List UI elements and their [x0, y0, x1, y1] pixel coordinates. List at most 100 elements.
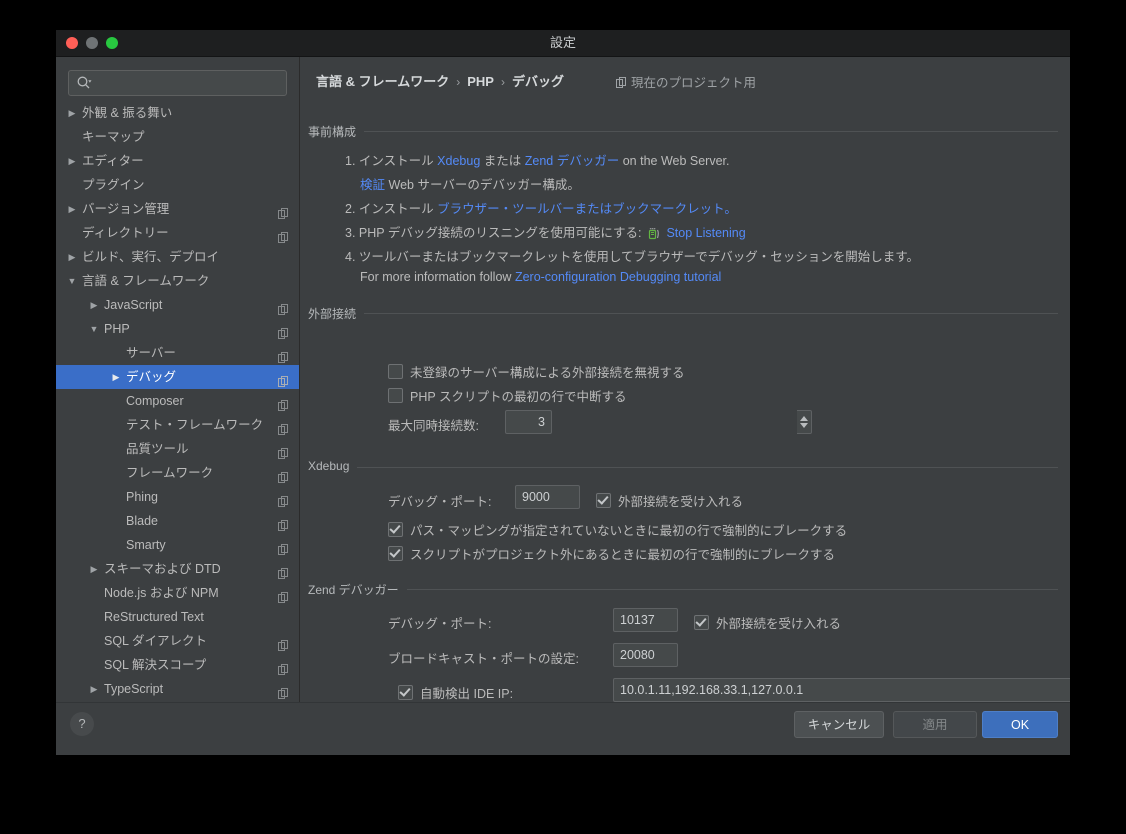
apply-button[interactable]: 適用: [893, 711, 977, 738]
xdebug-port-input[interactable]: [515, 485, 580, 509]
help-button[interactable]: ?: [70, 712, 94, 736]
copy-settings-icon[interactable]: [278, 467, 289, 483]
browser-toolbar-link[interactable]: ブラウザー・ツールバーまたはブックマークレット。: [437, 202, 737, 216]
tree-expand-arrow-icon[interactable]: ▶: [66, 101, 78, 125]
sidebar-item[interactable]: SQL ダイアレクト: [56, 629, 299, 653]
max-connections-input[interactable]: [505, 410, 552, 434]
ok-button[interactable]: OK: [982, 711, 1058, 738]
section-divider: [308, 131, 1058, 132]
stepper-up-arrow[interactable]: [800, 416, 808, 421]
sidebar-item[interactable]: ▼ 言語 & フレームワーク: [56, 269, 299, 293]
sidebar-item[interactable]: SQL 解決スコープ: [56, 653, 299, 677]
checkbox-row-zend-accept[interactable]: 外部接続を受け入れる: [694, 613, 841, 632]
checkbox-row-force-break-outside[interactable]: スクリプトがプロジェクト外にあるときに最初の行で強制的にブレークする: [388, 544, 835, 563]
sidebar-item[interactable]: フレームワーク: [56, 461, 299, 485]
checkbox-row-autodetect-ide-ip[interactable]: 自動検出 IDE IP:: [398, 683, 513, 702]
step-2-text-a: インストール: [358, 202, 434, 216]
breadcrumb-part-languages[interactable]: 言語 & フレームワーク: [316, 74, 449, 89]
sidebar-item[interactable]: Blade: [56, 509, 299, 533]
preconfig-step-1: 1. インストール Xdebug または Zend デバッガー on the W…: [345, 150, 730, 169]
sidebar-item[interactable]: ▶ 外観 & 振る舞い: [56, 101, 299, 125]
copy-settings-icon[interactable]: [278, 659, 289, 675]
sidebar-item[interactable]: ▶ スキーマおよび DTD: [56, 557, 299, 581]
xdebug-accept-connections-checkbox[interactable]: [596, 493, 611, 508]
search-input[interactable]: [95, 71, 284, 97]
zend-debugger-link[interactable]: Zend デバッガー: [525, 154, 619, 168]
force-break-no-mapping-checkbox[interactable]: [388, 522, 403, 537]
copy-scope-icon: [616, 77, 626, 88]
stepper-down-arrow[interactable]: [800, 423, 808, 428]
tree-expand-arrow-icon[interactable]: ▶: [66, 149, 78, 173]
zend-broadcast-port-input[interactable]: [613, 643, 678, 667]
sidebar-item[interactable]: Composer: [56, 389, 299, 413]
copy-settings-icon[interactable]: [278, 371, 289, 387]
copy-settings-icon[interactable]: [278, 227, 289, 243]
window-title: 設定: [549, 35, 576, 50]
tree-expand-arrow-icon[interactable]: ▶: [66, 245, 78, 269]
tree-expand-arrow-icon[interactable]: ▶: [66, 197, 78, 221]
stop-listening-link[interactable]: Stop Listening: [666, 226, 745, 240]
sidebar-item[interactable]: Phing: [56, 485, 299, 509]
ignore-unregistered-checkbox[interactable]: [388, 364, 403, 379]
sidebar-item[interactable]: ▶ エディター: [56, 149, 299, 173]
force-break-outside-checkbox[interactable]: [388, 546, 403, 561]
xdebug-accept-connections-label: 外部接続を受け入れる: [618, 495, 744, 509]
settings-sidebar: ▶ 外観 & 振る舞い キーマップ ▶ エディター プラグイン ▶ バージョン管理 ディレクトリ…: [56, 57, 300, 730]
section-external-connections: 外部接続: [308, 305, 1058, 321]
sidebar-item[interactable]: キーマップ: [56, 125, 299, 149]
settings-tree[interactable]: ▶ 外観 & 振る舞い キーマップ ▶ エディター プラグイン ▶ バージョン管理 ディレクトリ…: [56, 101, 299, 730]
sidebar-item[interactable]: ▶ ビルド、実行、デプロイ: [56, 245, 299, 269]
copy-settings-icon[interactable]: [278, 683, 289, 699]
copy-settings-icon[interactable]: [278, 491, 289, 507]
tree-expand-arrow-icon[interactable]: ▶: [88, 677, 100, 701]
tree-expand-arrow-icon[interactable]: ▼: [66, 269, 78, 293]
sidebar-item[interactable]: プラグイン: [56, 173, 299, 197]
sidebar-item[interactable]: ▶ デバッグ: [56, 365, 299, 389]
xdebug-link[interactable]: Xdebug: [437, 154, 480, 168]
sidebar-item[interactable]: テスト・フレームワーク: [56, 413, 299, 437]
max-connections-stepper[interactable]: [797, 410, 812, 434]
zend-port-input[interactable]: [613, 608, 678, 632]
cancel-button[interactable]: キャンセル: [794, 711, 884, 738]
copy-settings-icon[interactable]: [278, 563, 289, 579]
copy-settings-icon[interactable]: [278, 443, 289, 459]
sidebar-item[interactable]: ▶ TypeScript: [56, 677, 299, 701]
sidebar-item[interactable]: サーバー: [56, 341, 299, 365]
copy-settings-icon[interactable]: [278, 635, 289, 651]
copy-settings-icon[interactable]: [278, 539, 289, 555]
sidebar-item[interactable]: ReStructured Text: [56, 605, 299, 629]
sidebar-item[interactable]: 品質ツール: [56, 437, 299, 461]
copy-settings-icon[interactable]: [278, 419, 289, 435]
sidebar-item[interactable]: ディレクトリー: [56, 221, 299, 245]
tree-expand-arrow-icon[interactable]: ▶: [88, 293, 100, 317]
copy-settings-icon[interactable]: [278, 395, 289, 411]
sidebar-item[interactable]: Node.js および NPM: [56, 581, 299, 605]
autodetect-ide-ip-checkbox[interactable]: [398, 685, 413, 700]
copy-settings-icon[interactable]: [278, 299, 289, 315]
sidebar-item[interactable]: Smarty: [56, 533, 299, 557]
zend-accept-connections-checkbox[interactable]: [694, 615, 709, 630]
checkbox-row-force-break-no-mapping[interactable]: パス・マッピングが指定されていないときに最初の行で強制的にブレークする: [388, 520, 847, 539]
preconfig-more-info: For more information follow Zero-configu…: [360, 270, 721, 284]
checkbox-row-break-first-line[interactable]: PHP スクリプトの最初の行で中断する: [388, 386, 626, 405]
checkbox-row-xdebug-accept[interactable]: 外部接続を受け入れる: [596, 491, 743, 510]
sidebar-item[interactable]: ▼ PHP: [56, 317, 299, 341]
validate-link[interactable]: 検証: [360, 178, 385, 192]
search-field[interactable]: [68, 70, 287, 97]
tree-expand-arrow-icon[interactable]: ▶: [110, 365, 122, 389]
copy-settings-icon[interactable]: [278, 347, 289, 363]
break-first-line-checkbox[interactable]: [388, 388, 403, 403]
copy-settings-icon[interactable]: [278, 515, 289, 531]
copy-settings-icon[interactable]: [278, 323, 289, 339]
tree-expand-arrow-icon[interactable]: ▼: [88, 317, 100, 341]
sidebar-item[interactable]: ▶ JavaScript: [56, 293, 299, 317]
dialog-footer: ? キャンセル 適用 OK: [56, 702, 1070, 755]
checkbox-row-ignore-unregistered[interactable]: 未登録のサーバー構成による外部接続を無視する: [388, 362, 685, 381]
copy-settings-icon[interactable]: [278, 587, 289, 603]
tree-expand-arrow-icon[interactable]: ▶: [88, 557, 100, 581]
autodetect-ide-ip-input[interactable]: [613, 678, 1070, 702]
zero-config-tutorial-link[interactable]: Zero-configuration Debugging tutorial: [515, 270, 721, 284]
breadcrumb-part-php[interactable]: PHP: [467, 74, 494, 89]
copy-settings-icon[interactable]: [278, 203, 289, 219]
sidebar-item[interactable]: ▶ バージョン管理: [56, 197, 299, 221]
